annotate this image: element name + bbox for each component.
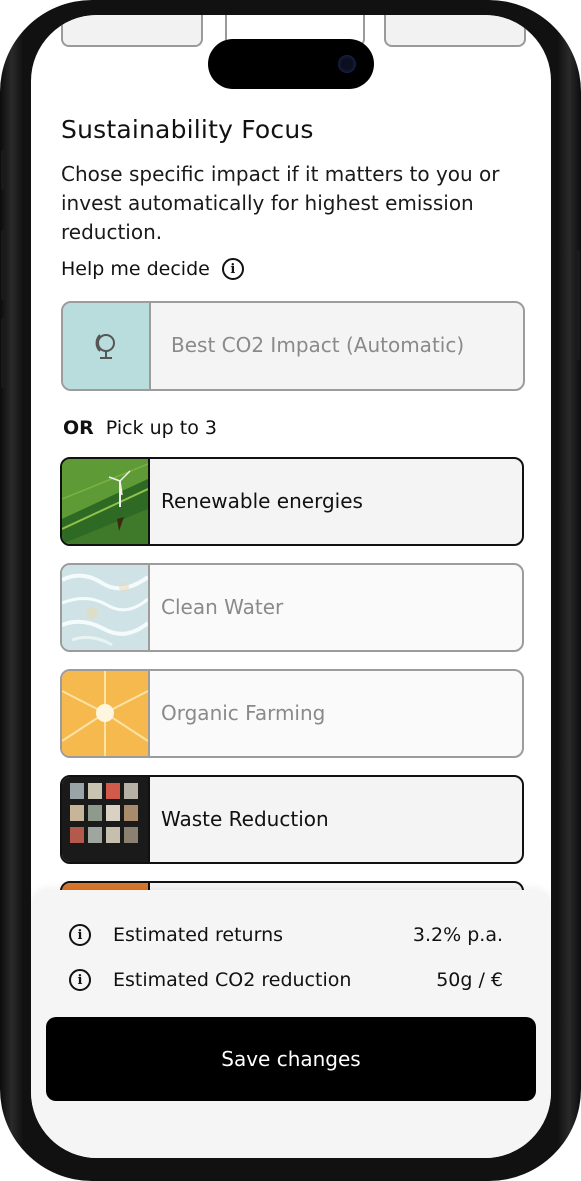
option-renewable-energies[interactable]: Renewable energies (60, 457, 524, 546)
help-label: Help me decide (61, 258, 210, 280)
clean-water-image (62, 565, 150, 650)
save-changes-button[interactable]: Save changes (46, 1017, 536, 1101)
option-waste-reduction[interactable]: Waste Reduction (60, 775, 524, 864)
auto-impact-option[interactable]: Best CO2 Impact (Automatic) (61, 301, 525, 391)
help-me-decide-link[interactable]: Help me decide i (61, 258, 244, 280)
waste-reduction-image (62, 777, 150, 862)
globe-icon (95, 334, 115, 359)
pick-hint: Pick up to 3 (105, 417, 217, 439)
auto-option-label: Best CO2 Impact (Automatic) (171, 333, 465, 357)
info-icon[interactable]: i (69, 924, 91, 946)
page-title: Sustainability Focus (61, 115, 314, 144)
option-label: Renewable energies (161, 489, 363, 513)
or-label: OR (63, 417, 94, 439)
co2-label: Estimated CO2 reduction (113, 969, 352, 991)
renewable-energies-image (62, 459, 150, 544)
co2-value: 50g / € (436, 969, 503, 991)
co2-reduction-row: i Estimated CO2 reduction 50g / € (69, 969, 503, 991)
option-label: Waste Reduction (161, 807, 329, 831)
auto-option-thumbnail (63, 303, 151, 389)
front-camera-icon (338, 55, 356, 73)
phone-frame: Sustainability Focus Chose specific impa… (0, 0, 581, 1181)
organic-farming-image (62, 671, 150, 756)
status-bar-right (384, 15, 526, 47)
option-label: Organic Farming (161, 701, 326, 725)
estimated-returns-row: i Estimated returns 3.2% p.a. (69, 924, 503, 946)
or-row: OR Pick up to 3 (63, 417, 217, 439)
option-label: Clean Water (161, 595, 284, 619)
returns-label: Estimated returns (113, 924, 284, 946)
info-icon: i (221, 258, 244, 280)
page-description: Chose specific impact if it matters to y… (61, 162, 500, 244)
power-button (576, 250, 580, 360)
action-button (1, 150, 5, 190)
dynamic-island (208, 39, 374, 89)
volume-down-button (1, 318, 5, 388)
option-organic-farming[interactable]: Organic Farming (60, 669, 524, 758)
option-clean-water[interactable]: Clean Water (60, 563, 524, 652)
app-screen: Sustainability Focus Chose specific impa… (31, 15, 551, 1158)
returns-value: 3.2% p.a. (412, 924, 503, 946)
status-bar-left (61, 15, 203, 47)
info-icon[interactable]: i (69, 969, 91, 991)
volume-up-button (1, 230, 5, 300)
